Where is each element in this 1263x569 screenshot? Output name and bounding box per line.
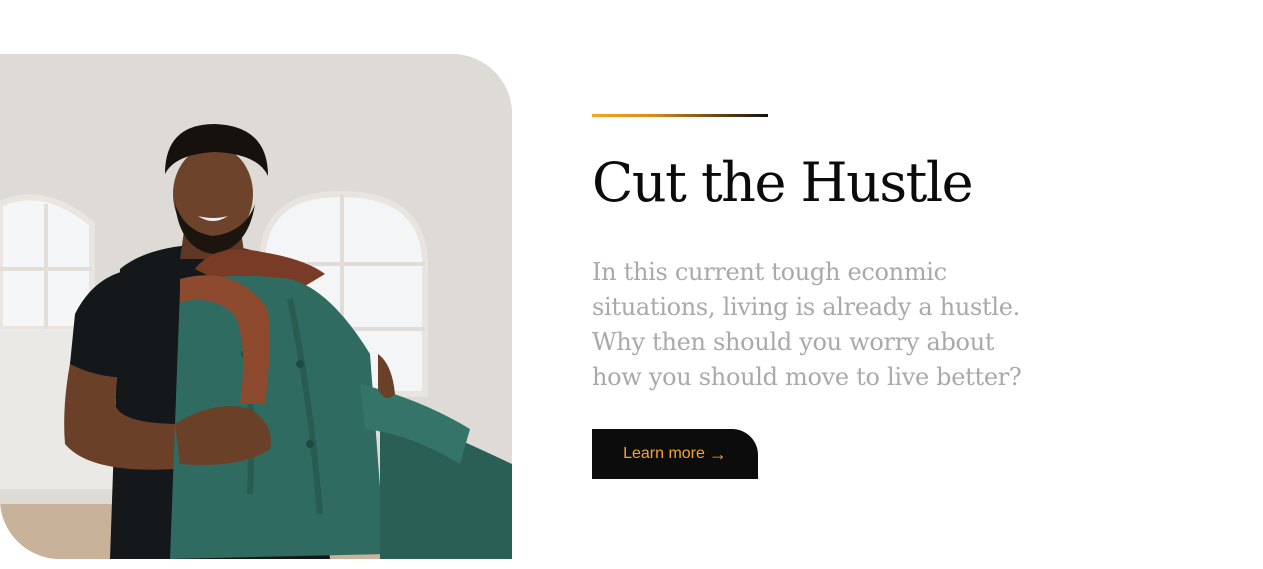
hero-image — [0, 54, 512, 559]
accent-divider — [592, 114, 768, 117]
man-carrying-armchair-photo — [0, 54, 512, 559]
hero-title: Cut the Hustle — [592, 151, 974, 214]
hero-description: In this current tough econmic situations… — [592, 258, 1022, 391]
learn-more-label: Learn more — [623, 445, 705, 462]
hero-content: Cut the Hustle In this current tough eco… — [592, 114, 1152, 479]
learn-more-button[interactable]: Learn more → — [592, 429, 758, 479]
arrow-right-icon: → — [708, 444, 727, 464]
